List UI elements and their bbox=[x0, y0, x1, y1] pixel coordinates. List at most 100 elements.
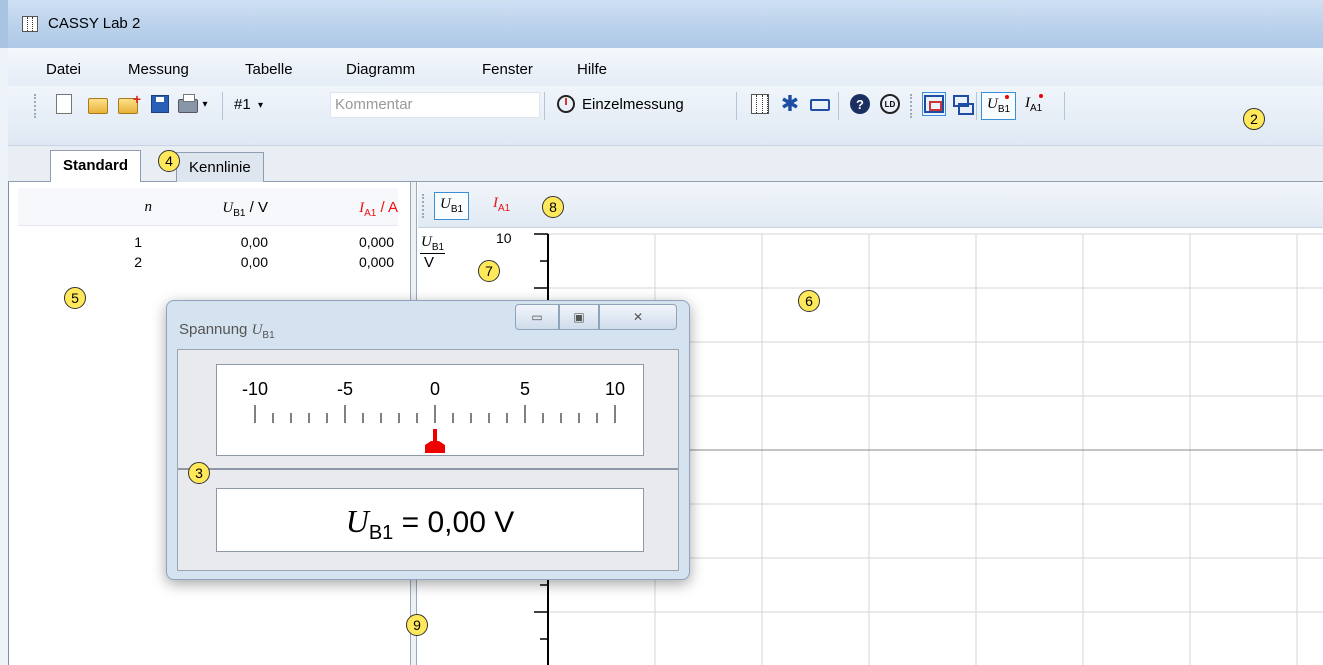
tab-kennlinie[interactable]: Kennlinie bbox=[176, 152, 264, 182]
help-icon: ? bbox=[850, 94, 870, 114]
readout-symbol: U bbox=[345, 503, 369, 539]
toolbar-separator bbox=[544, 92, 545, 120]
open-button[interactable] bbox=[86, 92, 110, 116]
close-button[interactable]: ✕ bbox=[599, 304, 677, 330]
cell-i: 0,000 bbox=[358, 234, 394, 250]
meter-body: -10 -5 0 5 10 UB1 = 0,00 V bbox=[177, 349, 679, 571]
menu-bar: Datei Messung Tabelle Diagramm Fenster H… bbox=[8, 48, 1323, 86]
print-dropdown-chevron-icon[interactable]: ▾ bbox=[198, 92, 212, 116]
callout-marker: 7 bbox=[478, 260, 500, 282]
tab-standard[interactable]: Standard bbox=[50, 150, 142, 183]
window-stack-button[interactable] bbox=[950, 92, 974, 116]
quantity-ub1-button[interactable]: UB1 bbox=[981, 92, 1017, 120]
table-header: n UB1 / V IA1 / A bbox=[18, 188, 398, 226]
toolbar-separator bbox=[222, 92, 223, 120]
window-stack-icon bbox=[953, 95, 974, 115]
scale-label: 10 bbox=[605, 379, 625, 399]
cell-u: 0,00 bbox=[240, 234, 268, 250]
stopwatch-icon[interactable] bbox=[554, 92, 578, 116]
maximize-button[interactable]: ▣ bbox=[559, 304, 599, 330]
quantity-ub1-symbol: U bbox=[987, 96, 998, 112]
toolbar-grip[interactable] bbox=[910, 94, 913, 118]
print-button[interactable] bbox=[176, 92, 200, 116]
menu-messung[interactable]: Messung bbox=[128, 61, 189, 78]
diagram-quantity-ia1-button[interactable]: IA1 bbox=[488, 192, 515, 220]
column-header-ub1-unit: / V bbox=[245, 199, 268, 216]
meter-divider[interactable] bbox=[178, 468, 678, 470]
analog-scale-svg: -10 -5 0 5 10 bbox=[242, 379, 625, 453]
comment-input[interactable]: Kommentar bbox=[330, 92, 540, 118]
minimize-icon: ▭ bbox=[531, 310, 543, 324]
measurement-dropdown-chevron-icon[interactable]: ▾ bbox=[258, 100, 263, 111]
column-header-ub1-symbol: U bbox=[222, 200, 234, 216]
save-icon bbox=[151, 95, 169, 113]
menu-datei[interactable]: Datei bbox=[46, 61, 81, 78]
close-icon: ✕ bbox=[632, 310, 644, 324]
readout-index: B1 bbox=[368, 522, 394, 544]
column-header-ia1-unit: / A bbox=[376, 199, 398, 216]
callout-marker: 4 bbox=[158, 150, 180, 172]
save-button[interactable] bbox=[148, 92, 172, 116]
quantity-ia1-button[interactable]: IA1 bbox=[1020, 92, 1047, 120]
ld-button[interactable]: LD bbox=[878, 92, 902, 116]
quantity-ia1-index: A1 bbox=[1030, 103, 1043, 114]
append-folder-icon bbox=[118, 91, 141, 114]
single-measurement-button[interactable]: Einzelmessung bbox=[582, 96, 684, 113]
window-controls: ▭ ▣ ✕ bbox=[515, 304, 677, 330]
callout-marker: 5 bbox=[64, 287, 86, 309]
table-row[interactable]: 2 0,00 0,000 bbox=[18, 254, 398, 274]
callout-marker: 8 bbox=[542, 196, 564, 218]
callout-marker: 9 bbox=[406, 614, 428, 636]
menu-tabelle[interactable]: Tabelle bbox=[245, 61, 293, 78]
cell-u: 0,00 bbox=[240, 254, 268, 270]
column-header-n-label: n bbox=[144, 199, 153, 215]
tab-strip: Standard Kennlinie bbox=[8, 146, 1323, 183]
menu-fenster[interactable]: Fenster bbox=[482, 61, 533, 78]
table-row[interactable]: 1 0,00 0,000 bbox=[18, 234, 398, 254]
voltage-meter-window[interactable]: Spannung UB1 ▭ ▣ ✕ -10 -5 0 5 10 UB1 = 0,00 … bbox=[166, 300, 690, 580]
red-dot-icon bbox=[1039, 94, 1044, 98]
toolbar-grip[interactable] bbox=[34, 94, 37, 118]
column-header-ub1-index: B1 bbox=[233, 208, 246, 219]
cell-n: 1 bbox=[134, 234, 142, 250]
stopwatch-glyph-icon bbox=[557, 95, 575, 113]
main-toolbar: ▾ #1 ▾ Kommentar Einzelmessung ✱ ? LD UB… bbox=[8, 86, 1323, 146]
title-bar: CASSY Lab 2 bbox=[0, 0, 1323, 48]
measurement-number[interactable]: #1 bbox=[234, 96, 251, 113]
callout-marker: 6 bbox=[798, 290, 820, 312]
scale-label: 5 bbox=[520, 379, 530, 399]
meter-needle bbox=[433, 429, 437, 443]
menu-hilfe[interactable]: Hilfe bbox=[577, 61, 607, 78]
new-document-button[interactable] bbox=[52, 92, 76, 116]
append-button[interactable] bbox=[116, 91, 141, 116]
window-tile-icon bbox=[924, 95, 944, 113]
restore-icon: ▣ bbox=[573, 310, 585, 324]
meter-title-index: B1 bbox=[262, 330, 275, 341]
menu-diagramm[interactable]: Diagramm bbox=[346, 61, 415, 78]
window-title: CASSY Lab 2 bbox=[48, 15, 141, 32]
ld-icon: LD bbox=[880, 94, 900, 114]
readout-value: = 0,00 V bbox=[393, 506, 515, 539]
diagram-quantity-ub1-symbol: U bbox=[440, 196, 451, 212]
analog-scale: -10 -5 0 5 10 bbox=[216, 364, 644, 456]
window-tile-button[interactable] bbox=[922, 92, 946, 116]
cell-i: 0,000 bbox=[358, 254, 394, 270]
column-header-ub1[interactable]: UB1 / V bbox=[178, 199, 268, 219]
column-header-n[interactable]: n bbox=[122, 199, 153, 216]
cassy-grid-icon bbox=[751, 94, 769, 114]
minimize-button[interactable]: ▭ bbox=[515, 304, 559, 330]
toolbar-grip[interactable] bbox=[422, 194, 425, 218]
callout-marker: 2 bbox=[1243, 108, 1265, 130]
diagram-quantity-ub1-index: B1 bbox=[450, 204, 464, 215]
settings-gear-icon[interactable]: ✱ bbox=[778, 91, 802, 116]
column-header-ia1[interactable]: IA1 / A bbox=[308, 199, 398, 219]
callout-marker: 3 bbox=[188, 462, 210, 484]
help-button[interactable]: ? bbox=[848, 92, 872, 116]
scale-label: 0 bbox=[430, 379, 440, 399]
display-button[interactable] bbox=[808, 92, 832, 116]
meter-needle-base bbox=[425, 441, 445, 453]
toolbar-separator bbox=[838, 92, 839, 120]
diagram-quantity-ub1-button[interactable]: UB1 bbox=[434, 192, 470, 220]
new-document-icon bbox=[56, 94, 72, 114]
cassy-modules-button[interactable] bbox=[748, 92, 772, 116]
